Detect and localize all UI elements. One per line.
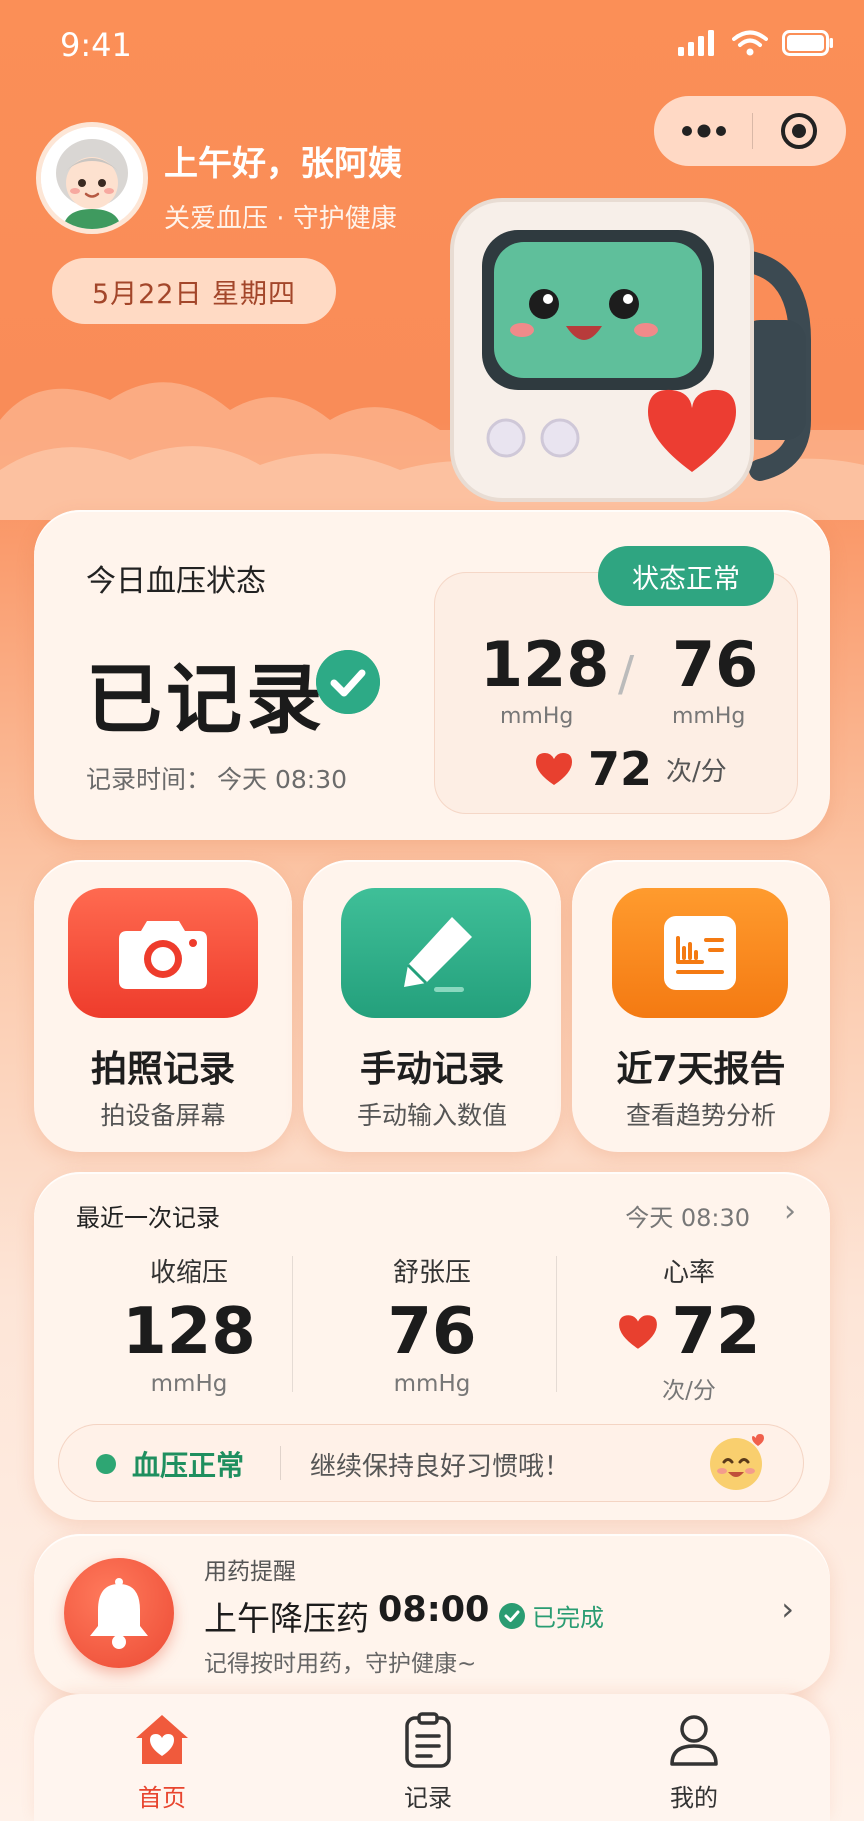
medication-label: 用药提醒 (204, 1559, 296, 1585)
bell-icon (90, 1578, 148, 1649)
record-time-row: 记录时间： 今天 08:30 (86, 760, 347, 796)
weekly-report-button[interactable]: 近7天报告 查看趋势分析 (572, 860, 830, 1152)
chevron-right-icon[interactable]: › (781, 1590, 794, 1628)
report-chart-icon (664, 916, 736, 990)
metric-unit: mmHg (393, 1371, 471, 1397)
tab-label: 记录 (404, 1784, 452, 1812)
medication-name: 上午降压药 (204, 1599, 369, 1638)
metric-unit: 次/分 (662, 1378, 716, 1404)
weekly-report-title: 近7天报告 (616, 1049, 786, 1090)
medication-time: 08:00 (378, 1590, 490, 1630)
metric-value: 72 (671, 1295, 761, 1369)
tab-label: 首页 (138, 1784, 186, 1812)
pencil-icon (404, 917, 472, 992)
tab-home[interactable]: 首页 (92, 1712, 232, 1813)
weekly-report-subtitle: 查看趋势分析 (625, 1101, 776, 1130)
recent-record-time: 今天 08:30 (625, 1204, 750, 1232)
user-icon (670, 1715, 718, 1766)
photo-record-title: 拍照记录 (90, 1049, 235, 1090)
check-circle-icon (499, 1602, 525, 1629)
metric-unit: mmHg (150, 1371, 228, 1397)
heart-rate-row: 72 次/分 (534, 742, 727, 796)
home-heart-icon (136, 1715, 188, 1764)
heart-icon (619, 1315, 658, 1349)
status-bar: 9:41 (0, 0, 864, 90)
metric-divider (556, 1256, 557, 1392)
smile-emoji-icon (710, 1434, 764, 1490)
systolic-value: 128 (480, 628, 610, 701)
medication-status: 已完成 (498, 1598, 604, 1633)
avatar[interactable] (36, 122, 148, 234)
metric-label: 收缩压 (149, 1258, 228, 1288)
status-badge: 状态正常 (598, 546, 774, 606)
grandma-avatar-icon (41, 127, 143, 229)
chevron-right-icon[interactable]: › (784, 1194, 796, 1229)
medication-status-text: 已完成 (532, 1604, 604, 1632)
pencil-tile (341, 888, 531, 1018)
heart-rate-value: 72 (588, 742, 653, 796)
heart-rate-unit: 次/分 (666, 756, 727, 787)
tab-bar: 首页 记录 我的 (34, 1694, 830, 1821)
medication-tip: 记得按时用药，守护健康~ (204, 1651, 477, 1677)
header-subtitle: 关爱血压 · 守护健康 (164, 204, 397, 234)
tip-bar: 血压正常 继续保持良好习惯哦！ (58, 1424, 804, 1502)
status-icons (678, 30, 834, 56)
today-status-title: 今日血压状态 (86, 564, 266, 599)
systolic-unit: mmHg (500, 704, 574, 729)
date-pill: 5月22日 星期四 (52, 258, 336, 324)
bell-tile (64, 1558, 174, 1668)
metric-divider (292, 1256, 293, 1392)
heart-icon (536, 753, 572, 785)
heart-rate-metric: 心率 72 次/分 (564, 1252, 814, 1405)
tab-label: 我的 (670, 1784, 718, 1812)
record-time-label: 记录时间： (86, 765, 212, 794)
mini-program-capsule (654, 96, 846, 166)
manual-record-title: 手动记录 (359, 1049, 504, 1090)
camera-icon (119, 921, 207, 989)
battery-icon (782, 30, 833, 56)
diastolic-metric: 舒张压 76 mmHg (307, 1252, 557, 1397)
tab-profile[interactable]: 我的 (624, 1712, 764, 1813)
more-dots-icon[interactable] (681, 124, 727, 138)
close-target-icon[interactable] (779, 111, 819, 151)
metric-label: 心率 (662, 1258, 715, 1288)
clipboard-icon (405, 1712, 451, 1768)
check-circle-icon (316, 650, 380, 714)
tip-divider (280, 1446, 281, 1480)
today-status-card[interactable]: 今日血压状态 已记录 记录时间： 今天 08:30 状态正常 128 mmHg … (34, 510, 830, 840)
systolic-metric: 收缩压 128 mmHg (64, 1252, 314, 1397)
manual-record-subtitle: 手动输入数值 (356, 1101, 507, 1130)
status-time: 9:41 (60, 26, 132, 64)
tip-status: 血压正常 (132, 1449, 245, 1482)
medication-reminder-card[interactable]: 用药提醒 上午降压药 08:00 已完成 记得按时用药，守护健康~ › (34, 1534, 830, 1694)
greeting: 上午好，张阿姨 (164, 144, 402, 184)
metric-value-row: 72 (564, 1295, 814, 1369)
diastolic-value: 76 (672, 628, 759, 701)
metric-value: 76 (387, 1295, 477, 1369)
signal-icon (678, 30, 714, 56)
today-status-state: 已记录 (86, 655, 326, 744)
report-tile (612, 888, 788, 1018)
status-dot (96, 1454, 116, 1474)
reading-separator: / (618, 646, 635, 702)
camera-tile (68, 888, 258, 1018)
record-time-value: 今天 08:30 (217, 765, 348, 794)
photo-record-subtitle: 拍设备屏幕 (100, 1101, 226, 1130)
photo-record-button[interactable]: 拍照记录 拍设备屏幕 (34, 860, 292, 1152)
wifi-icon (732, 30, 768, 56)
metric-label: 舒张压 (392, 1258, 471, 1288)
tip-text: 继续保持良好习惯哦！ (310, 1452, 571, 1482)
recent-record-card[interactable]: 最近一次记录 今天 08:30 › 收缩压 128 mmHg 舒张压 76 mm… (34, 1172, 830, 1520)
bp-monitor-mascot-icon (450, 198, 811, 502)
diastolic-unit: mmHg (672, 704, 746, 729)
metric-value: 128 (122, 1295, 256, 1369)
recent-record-title: 最近一次记录 (76, 1204, 220, 1232)
capsule-divider (752, 113, 754, 149)
tab-records[interactable]: 记录 (358, 1712, 498, 1813)
manual-record-button[interactable]: 手动记录 手动输入数值 (303, 860, 561, 1152)
